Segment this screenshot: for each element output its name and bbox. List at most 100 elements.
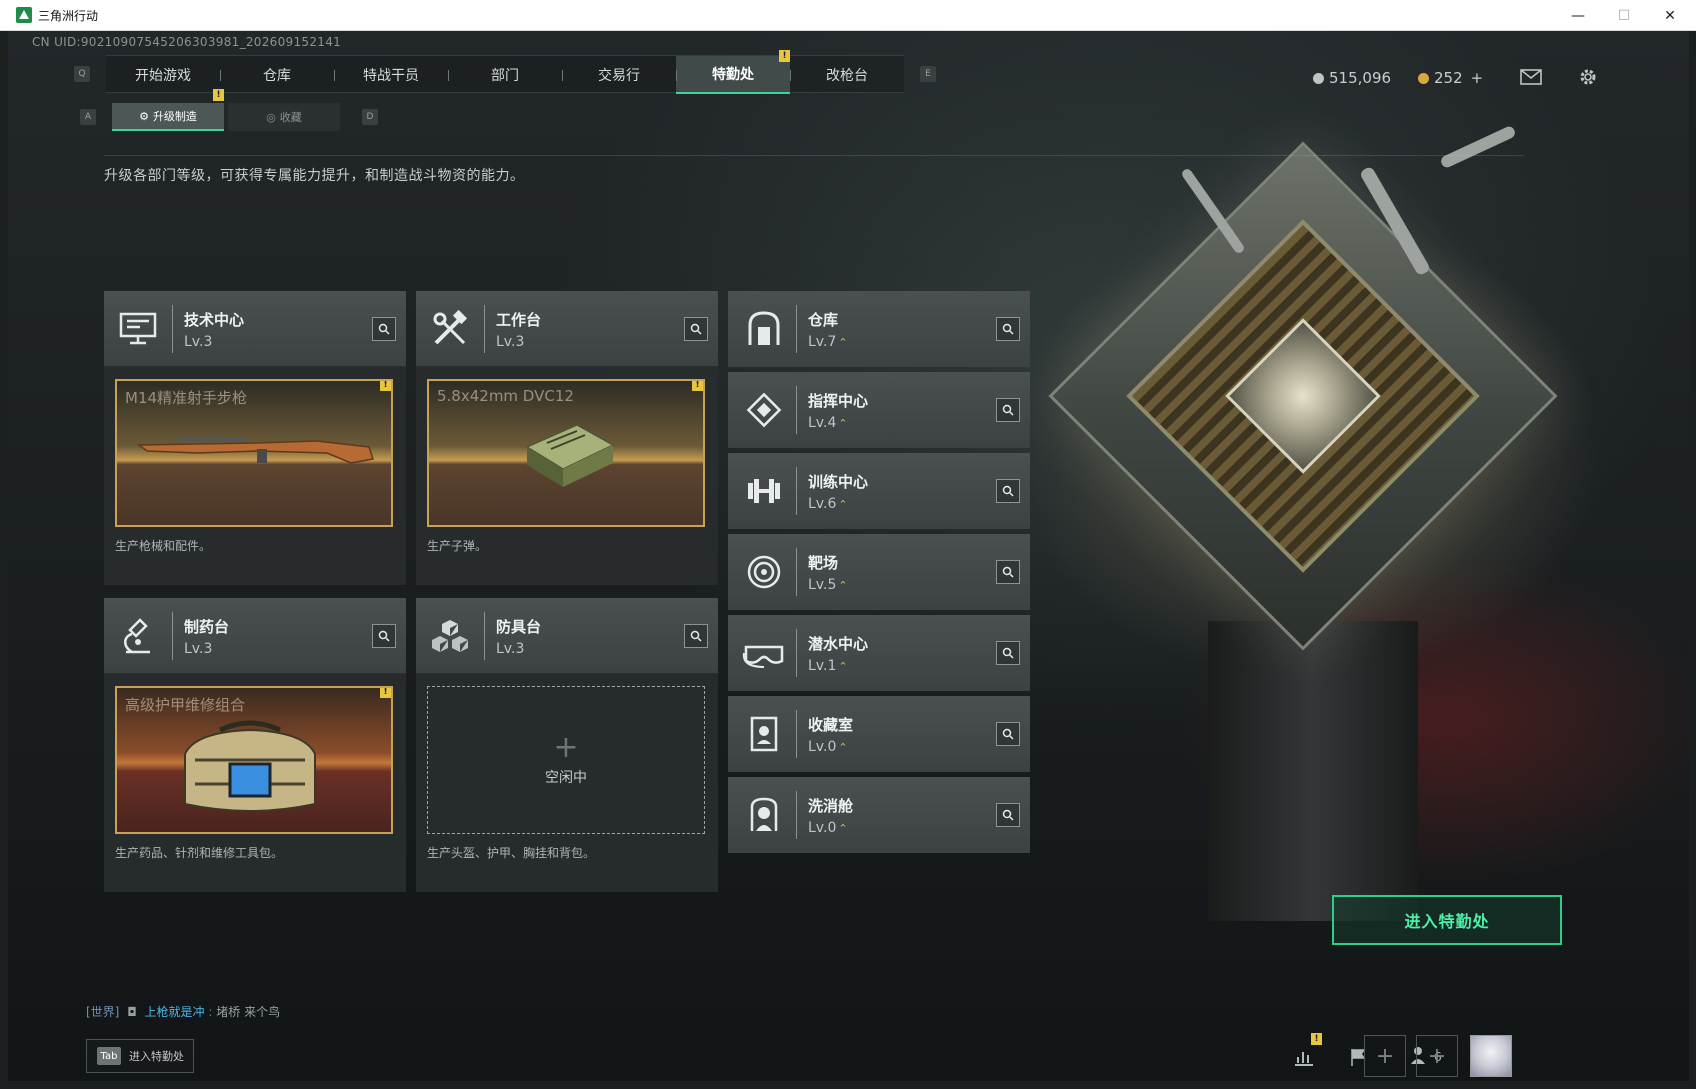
search-icon[interactable] (996, 803, 1020, 827)
stats-icon[interactable]: ! (1286, 1033, 1322, 1075)
facility-name: 训练中心 (808, 473, 869, 491)
card-header[interactable]: 工作台 Lv.3 (416, 291, 718, 367)
tab-shortcut-hint[interactable]: Tab 进入特勤处 (86, 1039, 194, 1073)
gold-add-button[interactable]: + (1471, 69, 1484, 87)
facility-level: Lv.1 ⌃ (808, 658, 848, 674)
divider-line (104, 155, 1524, 156)
search-icon[interactable] (996, 722, 1020, 746)
product-slot[interactable]: 高级护甲维修组合 ! (115, 686, 393, 834)
tab-6[interactable]: 改枪台 (790, 56, 904, 94)
tab-1[interactable]: 仓库 (220, 56, 334, 94)
facility-name: 靶场 (808, 554, 839, 572)
search-icon[interactable] (996, 641, 1020, 665)
search-icon[interactable] (996, 479, 1020, 503)
alert-badge: ! (213, 89, 224, 101)
facility-item[interactable]: 训练中心 Lv.6 ⌃ (728, 453, 1030, 529)
diving-mask-icon (736, 625, 792, 681)
decon-pod-icon (736, 787, 792, 843)
silver-amount: 515,096 (1329, 69, 1392, 87)
gold-currency[interactable]: 252 + (1418, 69, 1483, 87)
monitor-icon (110, 301, 166, 357)
tab-label: 开始游戏 (135, 68, 191, 84)
facility-level: Lv.0 ⌃ (808, 739, 848, 755)
facility-level: Lv.5 ⌃ (808, 577, 848, 593)
facility-item[interactable]: 洗消舱 Lv.0 ⌃ (728, 777, 1030, 853)
search-icon[interactable] (996, 560, 1020, 584)
facility-item[interactable]: 指挥中心 Lv.4 ⌃ (728, 372, 1030, 448)
facility-name: 收藏室 (808, 716, 854, 734)
collection-icon: ◎ (266, 110, 276, 124)
repair-kit-image (184, 720, 316, 812)
card-header[interactable]: 防具台 Lv.3 (416, 598, 718, 674)
card-description: 生产头盔、护甲、胸挂和背包。 (427, 846, 596, 860)
card-description: 生产药品、针剂和维修工具包。 (115, 846, 284, 860)
hammer-wrench-icon (422, 301, 478, 357)
facility-name: 洗消舱 (808, 797, 854, 815)
facility-name: 仓库 (808, 311, 839, 329)
product-slot[interactable]: M14精准射手步枪 ! (115, 379, 393, 527)
alert-badge: ! (380, 688, 391, 698)
main-nav: Q 开始游戏 仓库 特战干员 部门 交易行 特勤处! 改枪台 E (74, 50, 936, 94)
tab-label: 改枪台 (826, 68, 868, 84)
product-slot[interactable]: 5.8x42mm DVC12 ! (427, 379, 705, 527)
card-header[interactable]: 制药台 Lv.3 (104, 598, 406, 674)
maximize-button[interactable]: ☐ (1601, 0, 1647, 31)
tab-upgrade-manufacture[interactable]: ⚙ 升级制造 ! (112, 89, 224, 131)
search-icon[interactable] (996, 317, 1020, 341)
card-workbench: 工作台 Lv.3 5.8x42mm DVC12 ! 生产子弹。 (416, 291, 718, 585)
close-button[interactable]: ✕ (1647, 0, 1693, 31)
chat-line[interactable]: [世界] ◘ 上枪就是冲 : 堵桥 来个鸟 (86, 1003, 280, 1020)
gear-icon[interactable] (1577, 67, 1599, 87)
team-slot-add-button[interactable]: + (1416, 1035, 1458, 1077)
tab-2[interactable]: 特战干员 (334, 56, 448, 94)
facility-name: 潜水中心 (808, 635, 869, 653)
facility-item[interactable]: 仓库 Lv.7 ⌃ (728, 291, 1030, 367)
card-level: Lv.3 (184, 641, 213, 657)
search-icon[interactable] (996, 398, 1020, 422)
card-armor-bench: 防具台 Lv.3 + 空闲中 生产头盔、护甲、胸挂和背包。 (416, 598, 718, 892)
app-logo-icon (16, 7, 32, 23)
page-description: 升级各部门等级，可获得专属能力提升，和制造战斗物资的能力。 (104, 168, 525, 184)
game-viewport: CN UID:9021090754520630398​1_20260915214… (8, 31, 1689, 1081)
rifle-image (137, 437, 374, 464)
team-slot-add-button[interactable]: + (1364, 1035, 1406, 1077)
facility-level: Lv.4 ⌃ (808, 415, 848, 431)
subnav-right-key: D (362, 109, 378, 125)
tab-5[interactable]: 特勤处! (676, 50, 790, 94)
chat-user[interactable]: 上枪就是冲 (145, 1005, 205, 1019)
dumbbell-icon (736, 463, 792, 519)
product-name: M14精准射手步枪 (125, 389, 248, 407)
background-cube (1048, 141, 1558, 651)
facility-level: Lv.0 ⌃ (808, 820, 848, 836)
tab-3[interactable]: 部门 (448, 56, 562, 94)
tab-collection[interactable]: ◎ 收藏 (228, 103, 340, 131)
card-description: 生产子弹。 (427, 539, 488, 553)
window-titlebar: 三角洲行动 — ☐ ✕ (0, 0, 1696, 31)
idle-slot[interactable]: + 空闲中 (427, 686, 705, 834)
nav-right-key: E (920, 66, 936, 82)
enter-special-ops-button[interactable]: 进入特勤处 (1332, 895, 1562, 945)
tab-label: 收藏 (279, 111, 302, 124)
add-production-icon: + (553, 730, 579, 765)
silver-coin-icon (1313, 72, 1324, 84)
minimize-button[interactable]: — (1555, 0, 1601, 31)
mail-icon[interactable] (1520, 67, 1542, 87)
search-icon[interactable] (372, 317, 396, 341)
facility-item[interactable]: 潜水中心 Lv.1 ⌃ (728, 615, 1030, 691)
facility-level: Lv.7 ⌃ (808, 334, 848, 350)
tab-label: 特战干员 (363, 68, 419, 84)
search-icon[interactable] (684, 624, 708, 648)
craft-icon: ⚙ (139, 109, 149, 123)
search-icon[interactable] (372, 624, 396, 648)
facility-item[interactable]: 收藏室 Lv.0 ⌃ (728, 696, 1030, 772)
avatar[interactable] (1470, 1035, 1512, 1077)
tab-label: 仓库 (263, 68, 291, 84)
facility-item[interactable]: 靶场 Lv.5 ⌃ (728, 534, 1030, 610)
tab-0[interactable]: 开始游戏 (106, 56, 220, 94)
upgrade-arrow-icon: ⌃ (838, 660, 848, 673)
card-header[interactable]: 技术中心 Lv.3 (104, 291, 406, 367)
tab-4[interactable]: 交易行 (562, 56, 676, 94)
gold-amount: 252 (1434, 69, 1463, 87)
search-icon[interactable] (684, 317, 708, 341)
target-icon (736, 544, 792, 600)
